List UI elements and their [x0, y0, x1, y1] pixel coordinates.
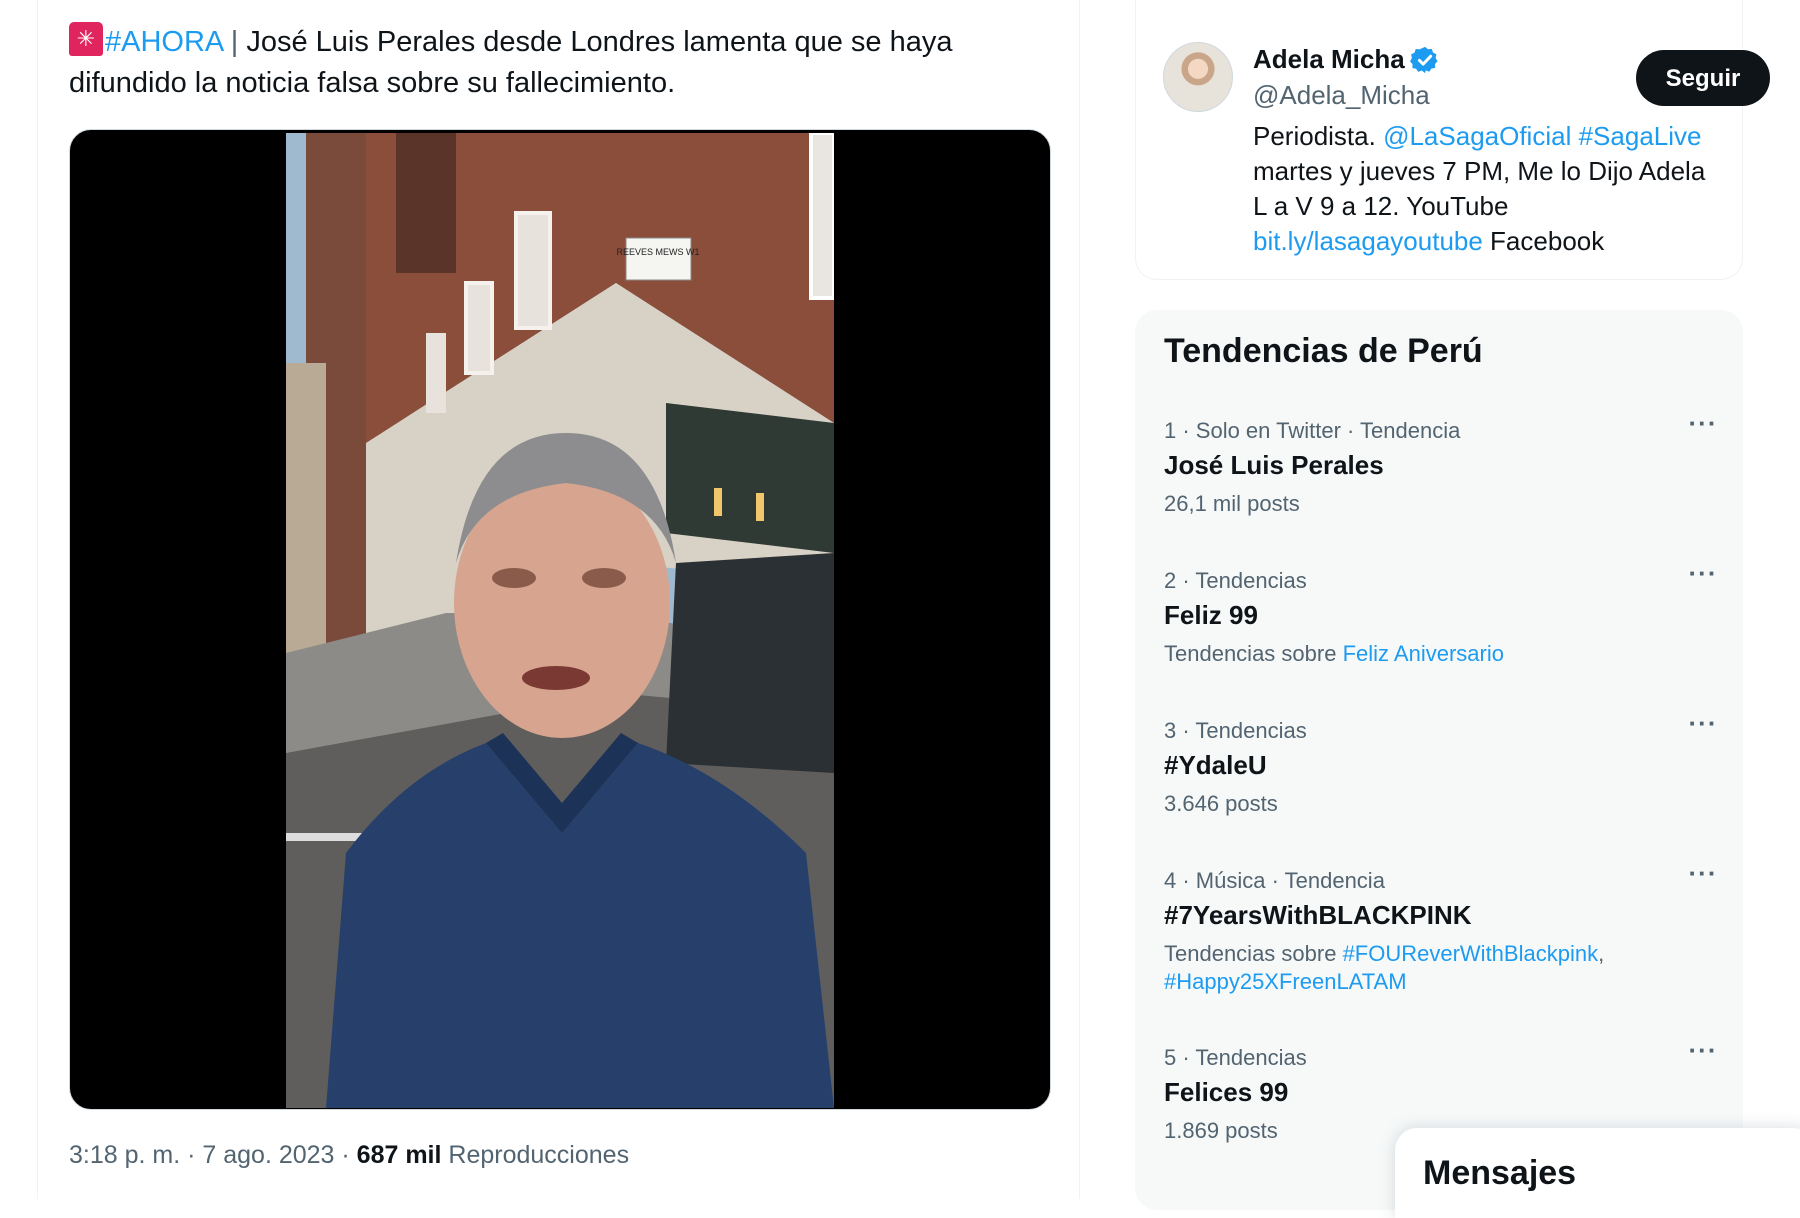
trend-related-link[interactable]: #Happy25XFreenLATAM [1164, 969, 1407, 994]
trend-related-label: Tendencias sobre [1164, 941, 1343, 966]
messages-drawer[interactable]: Mensajes [1395, 1128, 1800, 1218]
views-label: Reproducciones [441, 1141, 630, 1169]
bio-text: Periodista. [1253, 121, 1384, 151]
trend-name[interactable]: Felices 99 [1164, 1077, 1288, 1108]
siren-emoji-icon [69, 22, 103, 56]
separator: | [222, 26, 247, 58]
trend-post-count: 26,1 mil posts [1164, 491, 1300, 516]
trend-name[interactable]: #YdaleU [1164, 750, 1267, 781]
bio-mention-link[interactable]: @LaSagaOficial [1383, 121, 1571, 151]
trend-related-label: Tendencias sobre [1164, 641, 1343, 666]
verified-badge-icon [1410, 46, 1438, 74]
bio-text: martes y jueves 7 PM, Me lo Dijo Adela L… [1253, 156, 1706, 221]
trend-meta: 5 · Tendencias [1164, 1045, 1307, 1070]
left-gutter [0, 0, 38, 1199]
trend-related: Tendencias sobre #FOUReverWithBlackpink,… [1164, 940, 1664, 996]
trend-meta: 1 · Solo en Twitter · Tendencia [1164, 418, 1461, 443]
messages-title[interactable]: Mensajes [1423, 1154, 1576, 1193]
trend-related-link[interactable]: #FOUReverWithBlackpink [1343, 941, 1599, 966]
user-handle[interactable]: @Adela_Micha [1253, 80, 1430, 111]
trend-meta: 3 · Tendencias [1164, 718, 1307, 743]
more-options-icon[interactable]: ··· [1688, 410, 1718, 440]
profile-card: Adela Micha @Adela_Micha Seguir Periodis… [1135, 0, 1770, 280]
trend-post-count: 3.646 posts [1164, 791, 1278, 816]
trends-title: Tendencias de Perú [1164, 332, 1483, 370]
hashtag-link[interactable]: #AHORA [105, 26, 223, 58]
right-sidebar: Adela Micha @Adela_Micha Seguir Periodis… [1080, 0, 1800, 1218]
trend-related-separator: , [1598, 941, 1605, 966]
tweet-text: #AHORA | José Luis Perales desde Londres… [69, 22, 1029, 104]
trend-name[interactable]: #7YearsWithBLACKPINK [1164, 900, 1472, 931]
tweet-meta: 3:18 p. m. · 7 ago. 2023 · 687 mil Repro… [69, 1141, 629, 1170]
bio-hashtag-link[interactable]: #SagaLive [1579, 121, 1702, 151]
bio-text: Facebook [1482, 226, 1605, 256]
more-options-icon[interactable]: ··· [1688, 560, 1718, 590]
street-sign-text: REEVES MEWS W1 [616, 247, 699, 257]
trend-related: Tendencias sobre Feliz Aniversario [1164, 640, 1664, 668]
bio-url-link[interactable]: bit.ly/lasagayoutube [1253, 226, 1483, 256]
views-count: 687 mil [356, 1141, 442, 1169]
trends-panel: Tendencias de Perú 1 · Solo en Twitter ·… [1135, 310, 1743, 1210]
tweet-timestamp[interactable]: 3:18 p. m. · 7 ago. 2023 · [69, 1141, 357, 1169]
more-options-icon[interactable]: ··· [1688, 1037, 1718, 1067]
display-name[interactable]: Adela Micha [1253, 44, 1405, 75]
trend-meta: 2 · Tendencias [1164, 568, 1307, 593]
trend-related-link[interactable]: Feliz Aniversario [1343, 641, 1504, 666]
avatar[interactable] [1163, 42, 1233, 112]
trend-name[interactable]: José Luis Perales [1164, 450, 1384, 481]
tweet-video[interactable]: REEVES MEWS W1 [69, 129, 1051, 1110]
video-frame[interactable]: REEVES MEWS W1 [286, 133, 834, 1108]
trend-meta: 4 · Música · Tendencia [1164, 868, 1385, 893]
tweet-column: #AHORA | José Luis Perales desde Londres… [38, 0, 1080, 1199]
trend-name[interactable]: Feliz 99 [1164, 600, 1258, 631]
follow-button[interactable]: Seguir [1636, 50, 1770, 106]
video-still-image: REEVES MEWS W1 [286, 133, 834, 1108]
more-options-icon[interactable]: ··· [1688, 860, 1718, 890]
bio-space [1571, 121, 1578, 151]
more-options-icon[interactable]: ··· [1688, 710, 1718, 740]
profile-bio: Periodista. @LaSagaOficial #SagaLive mar… [1253, 119, 1723, 259]
